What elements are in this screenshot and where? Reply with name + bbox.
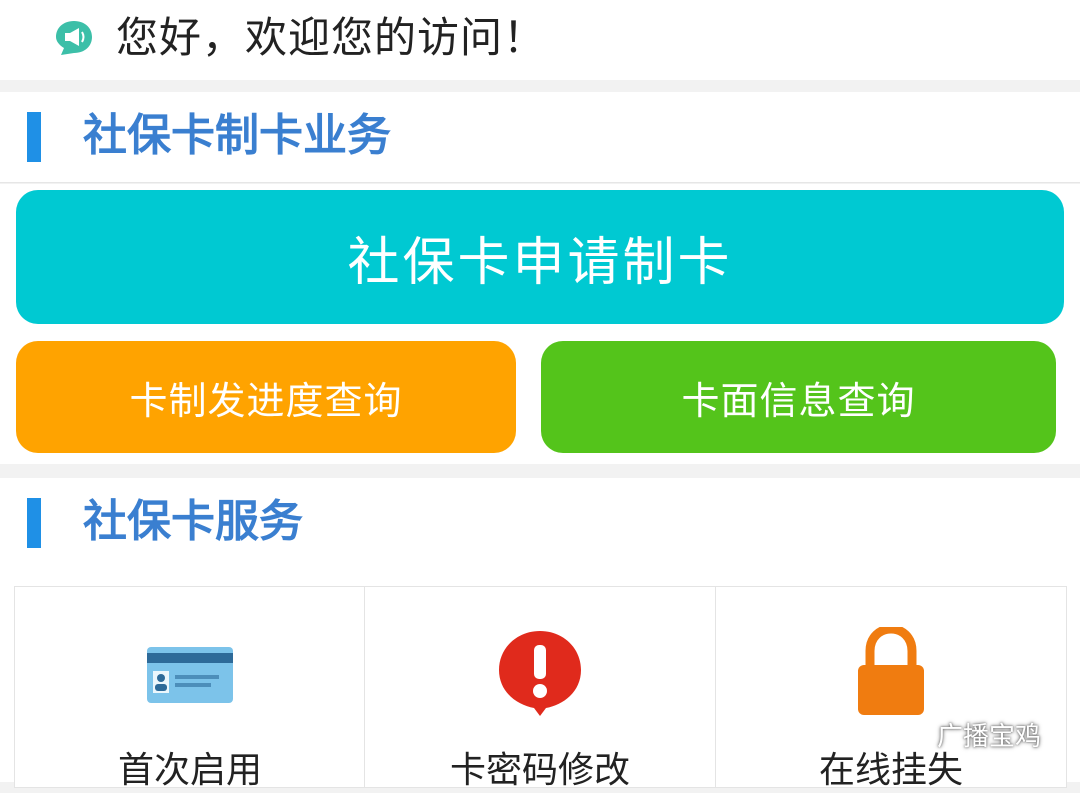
card-icon	[147, 647, 233, 703]
watermark: 广播宝鸡	[895, 716, 1041, 752]
service-label: 首次启用	[117, 750, 262, 791]
section-title-card-making: 社保卡制卡业务	[83, 110, 391, 161]
section-services-header: 社保卡服务	[0, 478, 1080, 569]
megaphone-icon	[56, 21, 92, 55]
section-accent-bar	[27, 498, 41, 548]
service-tile-password-change[interactable]: 卡密码修改	[364, 586, 716, 791]
service-tile-report-loss[interactable]: 在线挂失	[715, 586, 1067, 791]
service-label: 卡密码修改	[449, 750, 630, 791]
section-title-services: 社保卡服务	[83, 496, 303, 547]
apply-card-button[interactable]: 社保卡申请制卡	[16, 190, 1064, 324]
section-accent-bar	[27, 112, 41, 162]
progress-query-button[interactable]: 卡制发进度查询	[16, 341, 516, 453]
greeting-text: 您好，欢迎您的访问！	[116, 13, 547, 62]
section-card-making-header: 社保卡制卡业务	[0, 92, 1080, 183]
card-info-query-button[interactable]: 卡面信息查询	[541, 341, 1056, 453]
service-tile-first-activation[interactable]: 首次启用	[14, 586, 366, 791]
alert-pin-icon	[499, 631, 581, 716]
greeting-bar: 您好，欢迎您的访问！	[0, 0, 1080, 80]
service-label: 在线挂失	[818, 750, 963, 791]
lock-icon	[858, 627, 924, 715]
card-making-buttons: 社保卡申请制卡 卡制发进度查询 卡面信息查询	[0, 184, 1080, 464]
watermark-text: 广播宝鸡	[937, 721, 1042, 752]
wechat-icon	[896, 721, 930, 746]
